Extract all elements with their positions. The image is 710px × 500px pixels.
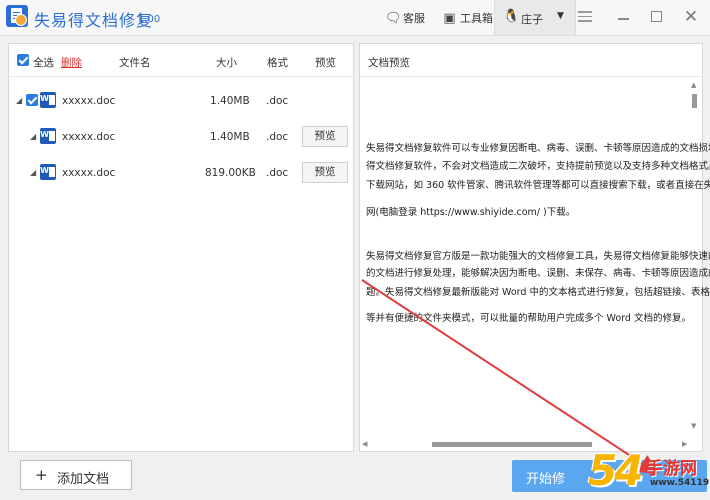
- file-format: .doc: [266, 167, 289, 179]
- select-all-label[interactable]: 全选: [33, 55, 54, 70]
- close-icon: ✕: [683, 7, 699, 27]
- file-size: 819.00KB: [205, 167, 256, 179]
- minimize-icon: [618, 18, 629, 20]
- minimize-button[interactable]: [614, 8, 632, 26]
- document-preview-panel: 文档预览 ▲ ▼ 失易得文档修复软件可以专业修复因断电、病毒、误删、卡顿等原因造…: [359, 43, 710, 452]
- preview-button[interactable]: 预览: [302, 126, 348, 147]
- word-document-icon: [40, 128, 56, 144]
- preview-header: 文档预览: [360, 44, 702, 77]
- app-version: 1.00: [138, 14, 161, 25]
- chevron-down-icon: ▼: [557, 11, 564, 21]
- expand-toggle-icon[interactable]: ◢: [30, 168, 36, 177]
- preview-line: 等并有便捷的文件夹模式，可以批量的帮助用户完成多个 Word 文档的修复。: [366, 313, 691, 324]
- file-row[interactable]: ◢ xxxxx.doc 1.40MB .doc: [9, 84, 353, 120]
- preview-line: 得文档修复软件，不会对文档造成二次破坏，支持提前预览以及支持多种文档格式。: [366, 161, 710, 172]
- file-name: xxxxx.doc: [62, 131, 116, 143]
- user-name: 庄子: [521, 13, 543, 26]
- word-document-icon: [40, 164, 56, 180]
- file-format: .doc: [266, 131, 289, 143]
- scroll-left-arrow-icon[interactable]: ◀: [362, 440, 367, 448]
- select-all-checkbox[interactable]: [17, 54, 29, 66]
- maximize-button[interactable]: [648, 8, 666, 26]
- preview-line: 的文档进行修复处理，能够解决因为断电、误删、未保存、病毒、卡顿等原因造成的: [366, 268, 710, 279]
- file-row[interactable]: ◢ xxxxx.doc 1.40MB .doc 预览: [9, 120, 353, 156]
- watermark-url: www.54119.com: [650, 478, 710, 488]
- file-format: .doc: [266, 95, 289, 107]
- scroll-up-arrow-icon[interactable]: ▲: [691, 81, 696, 89]
- preview-button[interactable]: 预览: [302, 162, 348, 183]
- file-name: xxxxx.doc: [62, 95, 116, 107]
- preview-title: 文档预览: [368, 57, 410, 69]
- scroll-down-arrow-icon[interactable]: ▼: [691, 422, 696, 430]
- column-header-preview: 预览: [315, 57, 336, 69]
- file-size: 1.40MB: [210, 95, 250, 107]
- column-header-format[interactable]: 格式: [267, 55, 288, 70]
- toolbox-button[interactable]: ▣ 工具箱: [442, 10, 493, 26]
- vertical-scrollbar-thumb[interactable]: [692, 94, 697, 108]
- app-title: 失易得文档修复: [34, 11, 154, 30]
- preview-line: 失易得文档修复软件可以专业修复因断电、病毒、误删、卡顿等原因造成的文档损坏: [366, 143, 710, 154]
- plus-icon: +: [35, 466, 48, 484]
- start-repair-label: 开始修: [526, 472, 566, 487]
- add-document-button[interactable]: + 添加文档: [20, 460, 132, 490]
- preview-line: 题。失易得文档修复最新版能对 Word 中的文本格式进行修复，包括超链接、表格以: [366, 287, 710, 298]
- preview-line: 网(电脑登录 https://www.shiyide.com/ )下载。: [366, 207, 576, 218]
- file-list-panel: 全选 删除 文件名 大小 格式 预览 ◢ xxxxx.doc 1.40MB .d…: [8, 43, 354, 452]
- watermark-brand: 手游网: [646, 459, 697, 479]
- column-header-size[interactable]: 大小: [216, 55, 237, 70]
- chat-icon: 🗨: [385, 10, 402, 26]
- user-menu[interactable]: 🐧 庄子 ▼: [494, 0, 576, 35]
- column-header-name[interactable]: 文件名: [119, 55, 151, 70]
- row-checkbox[interactable]: [26, 94, 38, 106]
- app-logo-icon: [6, 5, 28, 27]
- word-document-icon: [40, 92, 56, 108]
- watermark-logo: 54 手游网 www.54119.com: [588, 446, 710, 498]
- horizontal-scrollbar-thumb[interactable]: [432, 442, 592, 447]
- maximize-icon: [651, 11, 662, 22]
- watermark-number-icon: 54: [588, 446, 643, 495]
- support-button[interactable]: 🗨 客服: [385, 10, 425, 26]
- add-document-label: 添加文档: [57, 472, 110, 487]
- toolbox-label: 工具箱: [460, 12, 493, 25]
- toolbox-icon: ▣: [443, 10, 456, 26]
- file-list-header: 全选 删除 文件名 大小 格式 预览: [9, 44, 353, 77]
- delete-link[interactable]: 删除: [61, 55, 82, 70]
- expand-toggle-icon[interactable]: ◢: [16, 96, 22, 105]
- menu-button[interactable]: [576, 8, 594, 26]
- preview-line: 失易得文档修复官方版是一款功能强大的文档修复工具，失易得文档修复能够快速的: [366, 251, 710, 262]
- preview-line: 下载网站，如 360 软件管家、腾讯软件管理等都可以直接搜索下载，或者直接在失: [366, 180, 710, 191]
- title-bar: 失易得文档修复 1.00 🗨 客服 ▣ 工具箱 🐧 庄子 ▼ ✕: [0, 0, 710, 36]
- file-name: xxxxx.doc: [62, 167, 116, 179]
- file-size: 1.40MB: [210, 131, 250, 143]
- close-button[interactable]: ✕: [682, 8, 700, 26]
- user-avatar-icon: 🐧: [503, 9, 520, 24]
- support-label: 客服: [403, 12, 425, 25]
- expand-toggle-icon[interactable]: ◢: [30, 132, 36, 141]
- file-row[interactable]: ◢ xxxxx.doc 819.00KB .doc 预览: [9, 156, 353, 192]
